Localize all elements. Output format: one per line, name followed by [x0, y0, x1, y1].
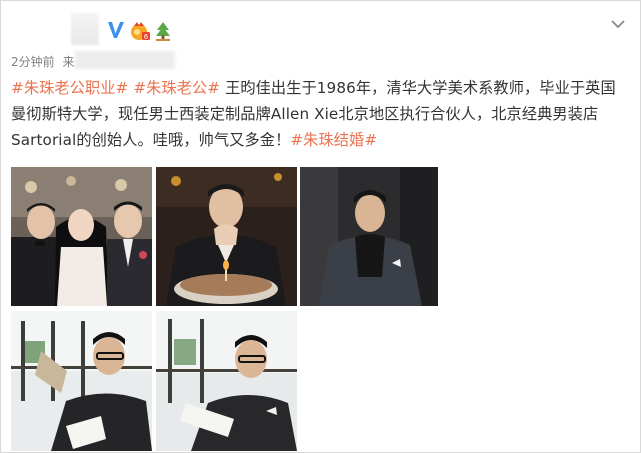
hashtag-link[interactable]: #朱珠结婚# — [290, 131, 377, 149]
birthday-cake-photo[interactable] — [156, 167, 297, 306]
post-meta: 2分钟前 来 — [11, 53, 74, 69]
post-text: #朱珠老公职业# #朱珠老公# 王昀佳出生于1986年，清华大学美术系教师，毕业… — [11, 75, 631, 153]
wedding-group-photo[interactable] — [11, 167, 152, 306]
post-source-prefix: 来 — [62, 55, 75, 69]
post-time[interactable]: 2分钟前 — [11, 55, 55, 69]
avatar[interactable] — [9, 7, 69, 55]
chevron-down-icon[interactable] — [610, 15, 626, 29]
reading-menu-photo-2[interactable] — [156, 311, 297, 451]
username-blurred[interactable] — [71, 13, 99, 45]
tree-badge-icon[interactable] — [153, 20, 173, 42]
svg-text:6: 6 — [144, 33, 149, 41]
weibo-post-card: 6 2分钟前 来 #朱珠老公职业# #朱珠老公# 王昀佳出生于1986年，清华大… — [0, 0, 641, 453]
hashtag-link[interactable]: #朱珠老公# — [133, 79, 220, 97]
verified-v-icon[interactable] — [105, 19, 127, 41]
dark-suit-portrait-photo[interactable] — [300, 167, 438, 306]
reading-menu-photo-1[interactable] — [11, 311, 152, 451]
gold-member-badge-icon[interactable]: 6 — [129, 20, 151, 42]
hashtag-link[interactable]: #朱珠老公职业# — [11, 79, 128, 97]
source-blurred — [75, 51, 175, 69]
